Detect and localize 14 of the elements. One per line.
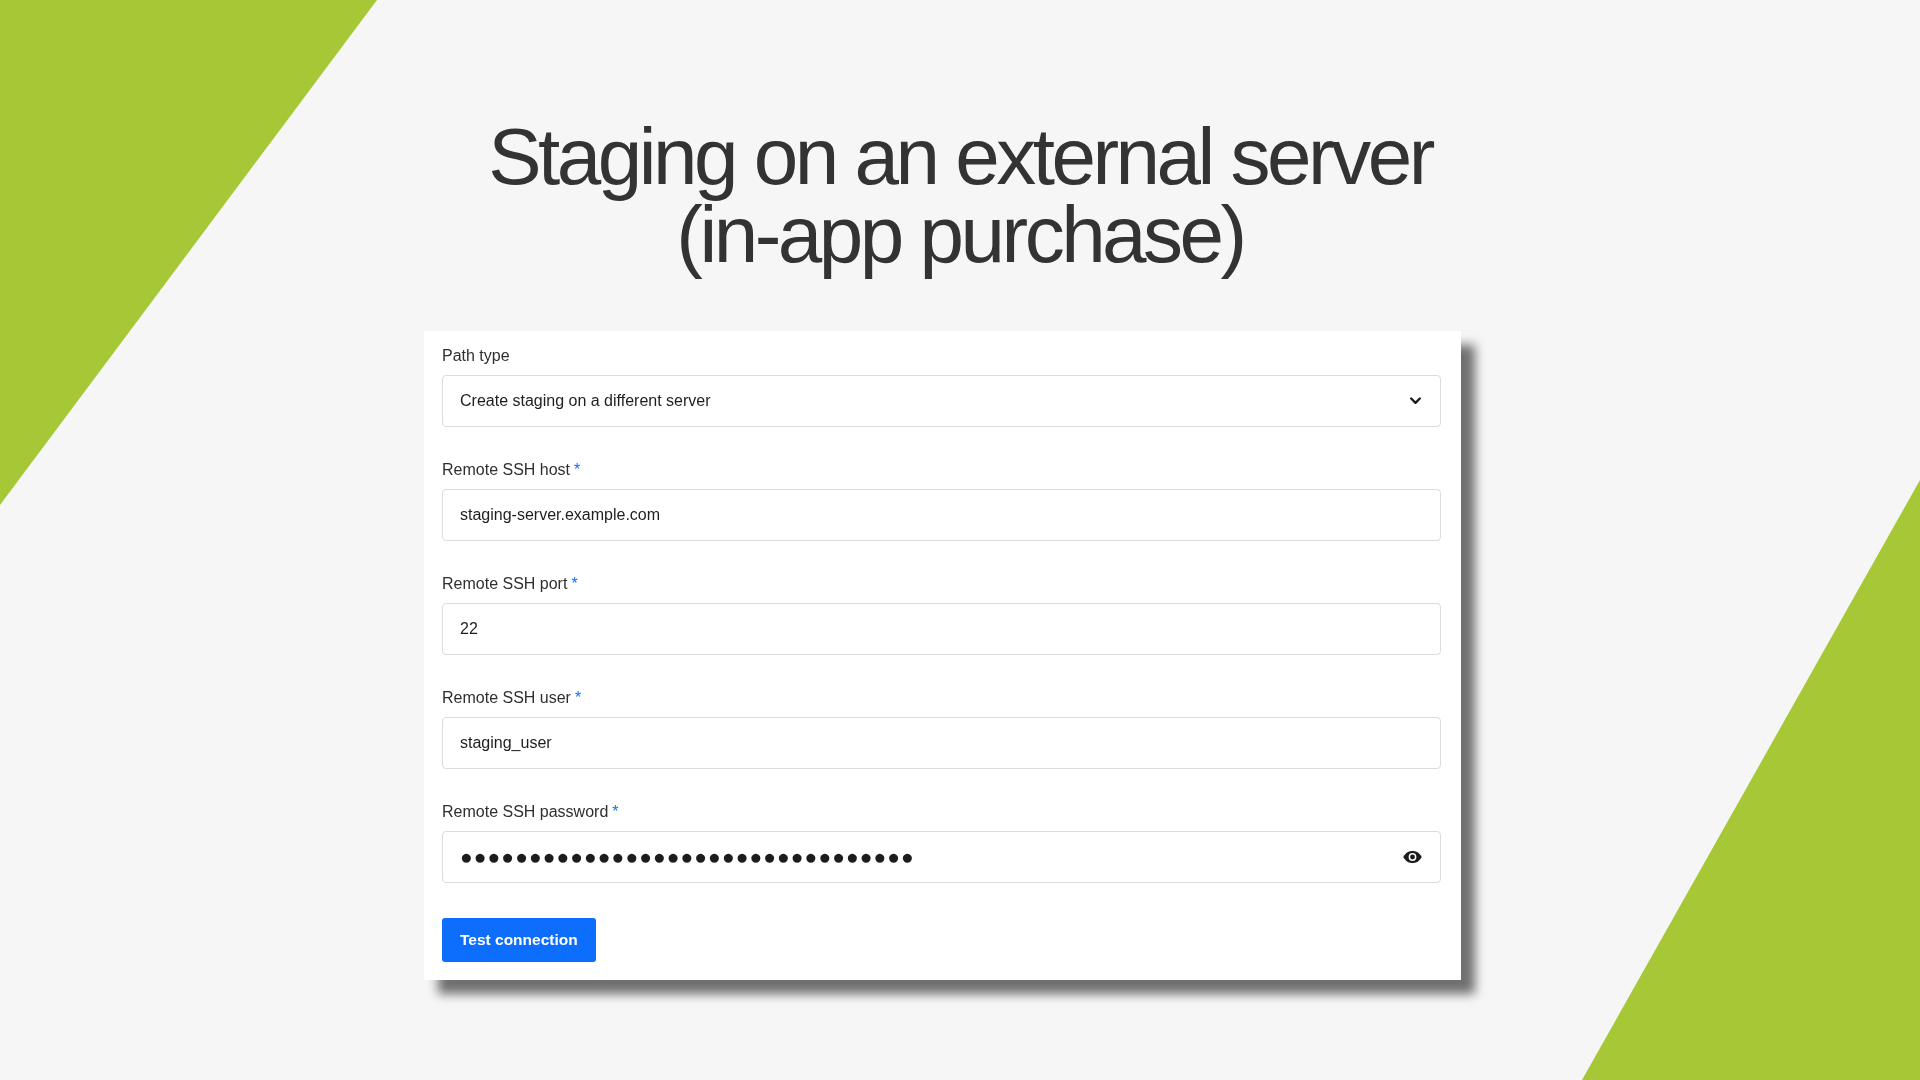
- field-label: Remote SSH password *: [442, 802, 619, 822]
- field-label: Path type: [442, 346, 510, 366]
- eye-icon[interactable]: [1403, 851, 1422, 863]
- text-field[interactable]: staging_user: [442, 717, 1441, 769]
- field-label: Remote SSH host *: [442, 460, 581, 480]
- path-type-select[interactable]: Create staging on a different server: [442, 375, 1441, 427]
- field-label: Remote SSH port *: [442, 574, 578, 594]
- text-field[interactable]: 22: [442, 603, 1441, 655]
- chevron-down-icon: [1410, 397, 1421, 405]
- field-label: Remote SSH user *: [442, 688, 582, 708]
- password-field[interactable]: ●●●●●●●●●●●●●●●●●●●●●●●●●●●●●●●●●: [442, 831, 1441, 883]
- page-title: Staging on an external server (in-app purchase): [487, 111, 1434, 281]
- test-connection-button[interactable]: Test connection: [442, 918, 596, 962]
- text-field[interactable]: staging-server.example.com: [442, 489, 1441, 541]
